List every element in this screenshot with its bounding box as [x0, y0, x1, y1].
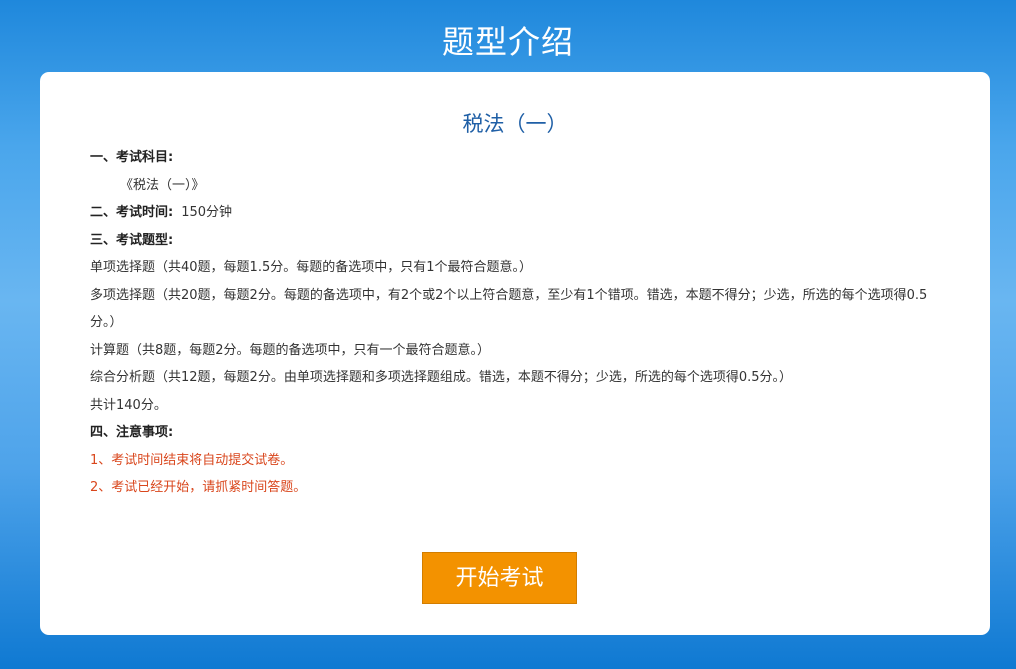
question-type-calculation: 计算题（共8题，每题2分。每题的备选项中，只有一个最符合题意。）: [90, 342, 491, 358]
exam-time-label: 二、考试时间:: [90, 205, 174, 220]
note-item-exam-started: 2、考试已经开始，请抓紧时间答题。: [90, 480, 307, 495]
exam-subject-label: 一、考试科目:: [90, 150, 174, 165]
total-score: 共计140分。: [90, 397, 167, 413]
question-type-comprehensive: 综合分析题（共12题，每题2分。由单项选择题和多项选择题组成。错选，本题不得分；…: [90, 370, 792, 385]
question-types-label: 三、考试题型:: [90, 232, 174, 248]
exam-info-content: 一、考试科目: 《税法（一）》 二、考试时间: 150分钟 三、考试题型: 单项选…: [90, 144, 950, 502]
start-exam-button[interactable]: 开始考试: [422, 552, 577, 604]
exam-subject-value: 《税法（一）》: [120, 177, 205, 193]
exam-time-value: 150分钟: [181, 205, 233, 220]
question-type-single-choice: 单项选择题（共40题，每题1.5分。每题的备选项中，只有1个最符合题意。）: [90, 260, 532, 275]
notes-label: 四、注意事项:: [90, 425, 174, 440]
exam-intro-card: 税法（一） 一、考试科目: 《税法（一）》 二、考试时间: 150分钟 三、考试题…: [40, 72, 990, 635]
note-item-auto-submit: 1、考试时间结束将自动提交试卷。: [90, 452, 294, 468]
question-type-multiple-choice: 多项选择题（共20题，每题2分。每题的备选项中，有2个或2个以上符合题意，至少有…: [90, 287, 928, 331]
subject-title: 税法（一）: [462, 112, 568, 136]
exam-time-row: 二、考试时间: 150分钟: [90, 199, 950, 227]
page-title: 题型介绍: [441, 23, 574, 61]
